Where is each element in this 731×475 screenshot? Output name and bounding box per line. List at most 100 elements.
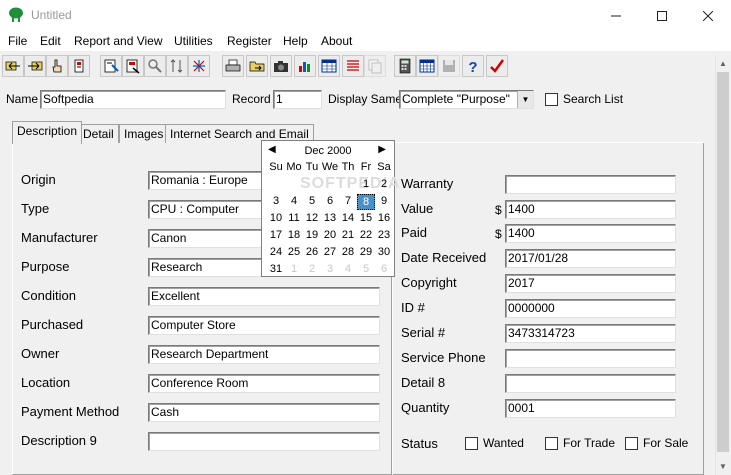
calendar-day[interactable]: 6 [321, 194, 339, 208]
first-record-button[interactable] [2, 55, 24, 77]
menu-help[interactable]: Help [283, 34, 308, 48]
calendar-next-month-icon[interactable]: ▶ [378, 144, 386, 155]
next-record-button[interactable] [24, 55, 46, 77]
status-for-sale-checkbox[interactable] [625, 437, 638, 450]
display-same-select[interactable]: Complete "Purpose" ▼ [399, 90, 534, 109]
detail-8-field[interactable] [505, 374, 676, 393]
calendar-day[interactable]: 18 [285, 228, 303, 242]
add-record-button[interactable] [100, 55, 122, 77]
report-button[interactable] [342, 55, 364, 77]
record-input[interactable]: 1 [273, 90, 322, 109]
quantity-field[interactable]: 0001 [505, 399, 676, 418]
name-input[interactable]: Softpedia [40, 90, 226, 109]
duplicate-button[interactable] [364, 55, 386, 77]
chevron-down-icon[interactable]: ▼ [517, 91, 533, 108]
calendar-day[interactable]: 5 [357, 262, 375, 276]
sort-button[interactable] [166, 55, 188, 77]
minimize-button[interactable] [593, 0, 639, 31]
camera-button[interactable] [270, 55, 292, 77]
serial-field[interactable]: 3473314723 [505, 324, 676, 343]
date-received-field[interactable]: 2017/01/28 [505, 249, 676, 268]
copyright-field[interactable]: 2017 [505, 274, 676, 293]
confirm-button[interactable] [486, 55, 508, 77]
owner-field[interactable]: Research Department [148, 345, 380, 364]
calendar-day[interactable]: 23 [375, 228, 393, 242]
calendar-day[interactable]: 5 [303, 194, 321, 208]
calendar-day[interactable]: 1 [285, 262, 303, 276]
calendar-day[interactable]: 11 [285, 211, 303, 225]
tab-detail[interactable]: Detail [78, 124, 119, 143]
tab-description[interactable]: Description [12, 121, 83, 144]
close-button[interactable] [685, 0, 731, 31]
value-field[interactable]: 1400 [505, 200, 676, 219]
edit-button[interactable] [68, 55, 90, 77]
calendar-day[interactable]: 13 [321, 211, 339, 225]
print-button[interactable] [222, 55, 244, 77]
calendar-day[interactable]: 4 [339, 262, 357, 276]
calendar-day[interactable]: 28 [339, 245, 357, 259]
calendar-day[interactable]: 29 [357, 245, 375, 259]
payment-method-field[interactable]: Cash [148, 403, 380, 422]
calendar-day[interactable]: 10 [267, 211, 285, 225]
help-button[interactable]: ? [462, 55, 484, 77]
calendar-day[interactable]: 15 [357, 211, 375, 225]
find-button[interactable] [144, 55, 166, 77]
calendar-day[interactable]: 17 [267, 228, 285, 242]
tab-images[interactable]: Images [119, 124, 169, 143]
status-for-trade-checkbox[interactable] [545, 437, 558, 450]
scroll-thumb[interactable] [717, 72, 729, 452]
calendar-day[interactable]: 21 [339, 228, 357, 242]
location-field[interactable]: Conference Room [148, 374, 380, 393]
calendar-day[interactable]: 26 [303, 245, 321, 259]
menu-about[interactable]: About [321, 34, 352, 48]
calculator-button[interactable] [394, 55, 416, 77]
delete-record-button[interactable] [122, 55, 144, 77]
scroll-up-arrow-icon[interactable]: ▲ [715, 55, 731, 71]
calendar-day[interactable]: 9 [375, 194, 393, 208]
search-list-checkbox[interactable] [545, 93, 558, 106]
paid-field[interactable]: 1400 [505, 224, 676, 243]
menu-edit[interactable]: Edit [40, 34, 61, 48]
calendar-day[interactable]: 25 [285, 245, 303, 259]
id-field[interactable]: 0000000 [505, 299, 676, 318]
calendar-day[interactable]: 6 [375, 262, 393, 276]
save-button[interactable] [438, 55, 460, 77]
calendar-button[interactable] [416, 55, 438, 77]
calendar-day[interactable]: 8 [357, 194, 375, 210]
location-label: Location [21, 375, 71, 390]
calendar-day[interactable]: 12 [303, 211, 321, 225]
menu-register[interactable]: Register [227, 34, 272, 48]
calendar-day[interactable]: 16 [375, 211, 393, 225]
calendar-day[interactable]: 20 [321, 228, 339, 242]
scroll-down-arrow-icon[interactable]: ▼ [715, 458, 731, 474]
calendar-day[interactable]: 30 [375, 245, 393, 259]
menu-report-and-view[interactable]: Report and View [74, 34, 163, 48]
calendar-day[interactable]: 24 [267, 245, 285, 259]
calendar-day[interactable]: 1 [357, 177, 375, 191]
hand-pointer-button[interactable] [46, 55, 68, 77]
status-wanted-checkbox[interactable] [465, 437, 478, 450]
calendar-day[interactable]: 27 [321, 245, 339, 259]
menu-file[interactable]: File [8, 34, 27, 48]
purchased-field[interactable]: Computer Store [148, 316, 380, 335]
calendar-day[interactable]: 31 [267, 262, 285, 276]
calendar-day[interactable]: 3 [267, 194, 285, 208]
calendar-day[interactable]: 2 [303, 262, 321, 276]
calendar-day[interactable]: 7 [339, 194, 357, 208]
open-button[interactable] [246, 55, 268, 77]
filter-button[interactable] [188, 55, 210, 77]
description-9-field[interactable] [148, 432, 380, 451]
menu-utilities[interactable]: Utilities [174, 34, 213, 48]
calendar-day[interactable]: 2 [375, 177, 393, 191]
condition-field[interactable]: Excellent [148, 287, 380, 306]
calendar-day[interactable]: 3 [321, 262, 339, 276]
table-button[interactable] [318, 55, 340, 77]
warranty-field[interactable] [505, 175, 676, 194]
calendar-day[interactable]: 22 [357, 228, 375, 242]
calendar-day[interactable]: 4 [285, 194, 303, 208]
calendar-day[interactable]: 14 [339, 211, 357, 225]
service-phone-field[interactable] [505, 349, 676, 368]
chart-button[interactable] [294, 55, 316, 77]
calendar-day[interactable]: 19 [303, 228, 321, 242]
maximize-button[interactable] [639, 0, 685, 31]
